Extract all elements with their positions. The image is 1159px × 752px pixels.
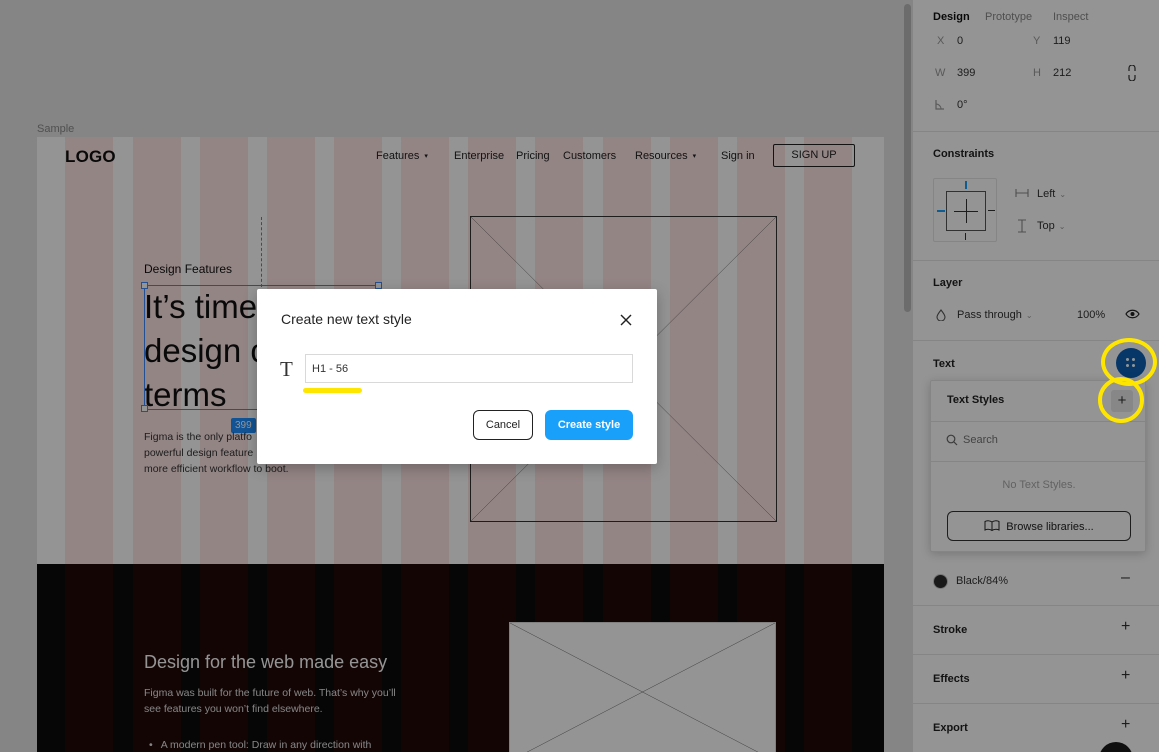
text-type-icon: T xyxy=(280,357,293,381)
create-style-button[interactable]: Create style xyxy=(545,410,633,440)
modal-overlay[interactable]: Create new text style T Cancel Create st… xyxy=(0,0,1159,752)
dialog-title: Create new text style xyxy=(281,311,412,327)
cancel-button[interactable]: Cancel xyxy=(473,410,533,440)
highlight-circle xyxy=(1098,377,1144,423)
create-text-style-dialog: Create new text style T Cancel Create st… xyxy=(257,289,657,464)
close-icon[interactable] xyxy=(615,309,637,331)
style-name-input[interactable] xyxy=(305,354,633,383)
highlight-mark xyxy=(303,388,362,393)
